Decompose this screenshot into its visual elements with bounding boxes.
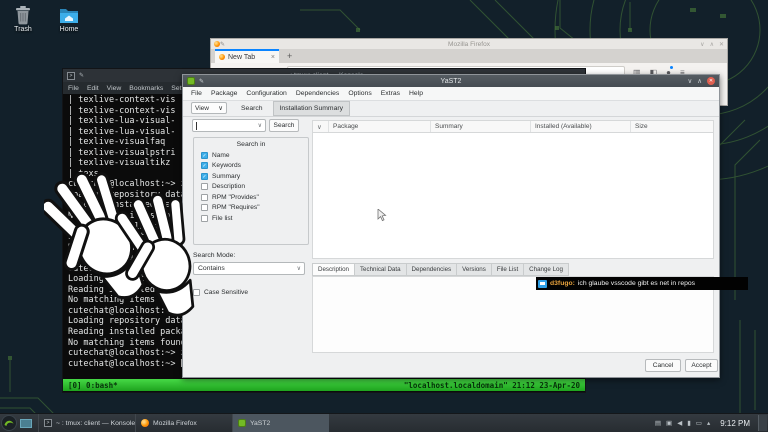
clipboard-icon[interactable]: ▣ (666, 419, 672, 427)
maximize-icon[interactable]: ∧ (697, 77, 702, 85)
clock[interactable]: 9:12 PM (720, 419, 750, 428)
tmux-session-info: [0] 0:bash* (68, 380, 118, 390)
chat-username: d3fugo: (550, 280, 575, 287)
new-tab-button[interactable]: + (287, 51, 292, 61)
close-icon[interactable]: ✕ (707, 77, 715, 85)
menu-file[interactable]: File (68, 85, 79, 92)
yast2-window-title: YaST2 (440, 77, 462, 85)
close-tab-icon[interactable]: × (271, 54, 275, 61)
taskbar: > ~ : tmux: client — Konsole Mozilla Fir… (0, 413, 768, 432)
minimize-icon[interactable]: ∨ (687, 77, 692, 85)
close-icon[interactable]: ✕ (719, 41, 724, 48)
tab-dependencies[interactable]: Dependencies (406, 263, 458, 276)
firefox-app-icon (141, 419, 149, 427)
menu-dependencies[interactable]: Dependencies (296, 90, 339, 97)
clapping-hands-icon (44, 158, 217, 321)
desktop-icon-label: Home (59, 26, 79, 33)
yast2-titlebar[interactable]: ✎ YaST2 ∨ ∧ ✕ (183, 75, 719, 87)
tab-file-list[interactable]: File List (491, 263, 525, 276)
menu-edit[interactable]: Edit (87, 85, 99, 92)
menu-view[interactable]: View (107, 85, 122, 92)
minimize-icon[interactable]: ∨ (700, 41, 704, 48)
tab-versions[interactable]: Versions (457, 263, 492, 276)
system-tray: ▤ ▣ ◀ ▮ ▭ ▴ (655, 419, 710, 427)
tab-search[interactable]: Search (241, 105, 263, 112)
package-table-header[interactable]: ∨ Package Summary Installed (Available) … (312, 120, 714, 133)
mouse-cursor (377, 209, 387, 222)
network-icon[interactable]: ▤ (655, 419, 661, 427)
menu-package[interactable]: Package (211, 90, 237, 97)
yast2-filter-row: View ∨ Search Installation Summary (183, 100, 719, 117)
menu-configuration[interactable]: Configuration (246, 90, 286, 97)
tab-favicon (219, 54, 225, 60)
yast2-window: ✎ YaST2 ∨ ∧ ✕ File Package Configuration… (182, 74, 720, 378)
menu-file[interactable]: File (191, 90, 202, 97)
expand-tray-icon[interactable]: ▴ (707, 419, 710, 427)
tmux-statusbar: [0] 0:bash* "localhost.localdomain" 21:1… (63, 379, 585, 391)
tab-installation-summary[interactable]: Installation Summary (272, 100, 351, 116)
application-launcher[interactable] (1, 415, 17, 431)
menu-bookmarks[interactable]: Bookmarks (129, 85, 163, 92)
column-installed[interactable]: Installed (Available) (531, 121, 631, 132)
desktop-icon-trash[interactable]: Trash (6, 5, 40, 33)
twitch-icon (538, 279, 547, 288)
chat-message: ich glaube vsscode gibt es net in repos (577, 280, 696, 287)
trash-icon (16, 6, 30, 25)
chevron-down-icon: ∨ (296, 266, 301, 272)
battery-icon[interactable]: ▮ (687, 419, 691, 427)
desktop-icon-label: Trash (14, 26, 32, 33)
text-caret (196, 121, 197, 130)
view-dropdown[interactable]: View ∨ (191, 102, 227, 114)
menu-extras[interactable]: Extras (381, 90, 400, 97)
show-desktop-button[interactable] (758, 415, 767, 431)
accept-button[interactable]: Accept (685, 359, 718, 372)
display-icon[interactable]: ▭ (696, 419, 702, 427)
chat-overlay: d3fugo: ich glaube vsscode gibt es net i… (536, 277, 748, 290)
taskbar-item-yast2[interactable]: YaST2 (232, 414, 329, 432)
taskbar-item-konsole[interactable]: > ~ : tmux: client — Konsole (38, 414, 135, 432)
search-button[interactable]: Search (269, 119, 299, 132)
chevron-down-icon: ∨ (218, 105, 223, 112)
yast-app-icon (238, 419, 246, 427)
tab-label: New Tab (228, 53, 256, 61)
column-size[interactable]: Size (631, 121, 713, 132)
tab-new-tab[interactable]: New Tab × (215, 49, 279, 63)
desktop: Trash Home ✎ Mozilla Firefox ∨ ∧ ✕ New T… (0, 0, 768, 432)
column-package[interactable]: Package (329, 121, 431, 132)
package-search-combo[interactable]: ∨ (192, 119, 266, 132)
virtual-desktop-pager[interactable] (20, 418, 32, 428)
desktop-icon-home[interactable]: Home (52, 5, 86, 33)
tmux-host-clock: "localhost.localdomain" 21:12 23-Apr-20 (403, 380, 580, 390)
konsole-app-icon: > (44, 419, 52, 427)
chevron-down-icon[interactable]: ∨ (313, 121, 329, 132)
chevron-down-icon: ∨ (257, 123, 262, 129)
menu-options[interactable]: Options (348, 90, 371, 97)
yast2-menubar: File Package Configuration Dependencies … (183, 87, 719, 101)
package-table-body[interactable] (312, 133, 714, 259)
tab-technical-data[interactable]: Technical Data (354, 263, 407, 276)
detail-tabbar: Description Technical Data Dependencies … (312, 263, 569, 276)
maximize-icon[interactable]: ∧ (710, 41, 714, 48)
firefox-titlebar[interactable]: ✎ Mozilla Firefox ∨ ∧ ✕ (211, 39, 727, 49)
firefox-tabbar: New Tab × + (211, 49, 727, 64)
firefox-window-title: Mozilla Firefox (448, 40, 490, 48)
menu-help[interactable]: Help (409, 90, 423, 97)
tab-change-log[interactable]: Change Log (524, 263, 569, 276)
volume-icon[interactable]: ◀ (677, 419, 682, 427)
tab-description[interactable]: Description (312, 263, 355, 276)
home-folder-icon (60, 9, 78, 23)
cancel-button[interactable]: Cancel (645, 359, 681, 372)
taskbar-item-firefox[interactable]: Mozilla Firefox (135, 414, 232, 432)
column-summary[interactable]: Summary (431, 121, 531, 132)
